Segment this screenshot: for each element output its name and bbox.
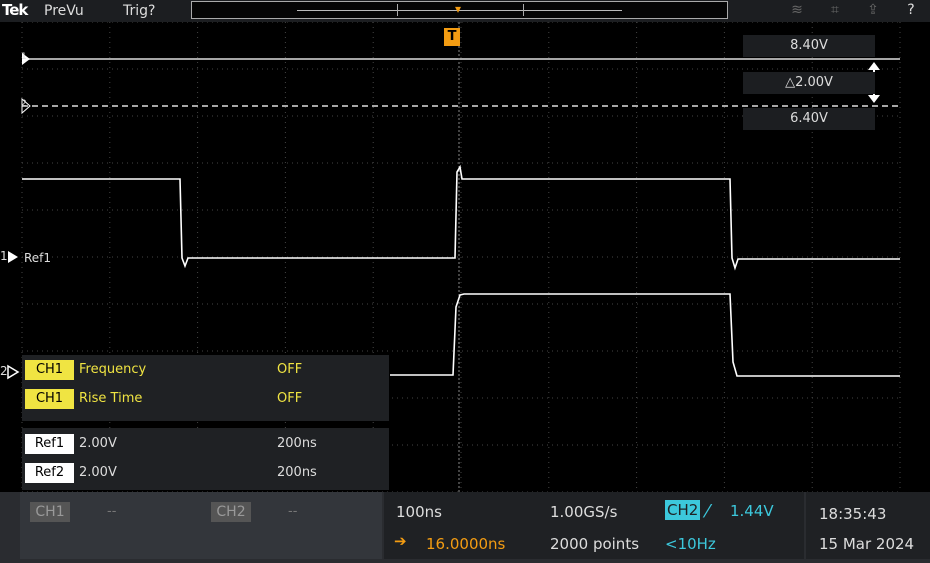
cursor2-label: 2 bbox=[21, 99, 27, 109]
reference-badge: Ref1 bbox=[25, 434, 74, 454]
measurement-name: Frequency bbox=[79, 362, 147, 377]
reference-time: 200ns bbox=[277, 465, 317, 480]
ch1-button[interactable]: CH1 bbox=[30, 502, 70, 522]
clock-date: 15 Mar 2024 bbox=[819, 535, 915, 553]
measurements-panel: CH1 Frequency OFF CH1 Rise Time OFF bbox=[22, 355, 389, 421]
horizontal-position[interactable]: 16.0000ns bbox=[426, 535, 505, 553]
reference-scale: 2.00V bbox=[79, 465, 117, 480]
settings-bar: CH1 -- CH2 -- 100ns 1.00GS/s CH2 ⁄ 1.44V… bbox=[0, 492, 930, 563]
record-length[interactable]: 2000 points bbox=[550, 535, 639, 553]
ch2-value: -- bbox=[288, 504, 298, 519]
cursor-upper-readout: 8.40V bbox=[743, 35, 875, 57]
trigger-source-badge[interactable]: CH2 bbox=[665, 500, 701, 520]
references-panel: Ref1 2.00V 200ns Ref2 2.00V 200ns bbox=[22, 428, 389, 490]
ch1-ground-marker bbox=[8, 251, 18, 263]
acquisition-mode[interactable]: PreVu bbox=[44, 3, 84, 19]
measurement-name: Rise Time bbox=[79, 391, 143, 406]
measurement-value: OFF bbox=[277, 391, 303, 406]
ref1-label: Ref1 bbox=[24, 251, 52, 265]
trigger-status[interactable]: Trig? bbox=[123, 3, 155, 19]
cursor-lower-readout: 6.40V bbox=[743, 108, 875, 130]
status-icons: ≋ ⌗ ⇪ ? bbox=[786, 2, 922, 20]
brand-logo: Tek bbox=[2, 1, 28, 19]
help-icon[interactable]: ? bbox=[900, 2, 922, 20]
reference-row[interactable]: Ref2 2.00V 200ns bbox=[22, 463, 389, 485]
measurement-row[interactable]: CH1 Frequency OFF bbox=[22, 360, 389, 382]
cursor1-label: 1 bbox=[21, 52, 27, 62]
reference-scale: 2.00V bbox=[79, 436, 117, 451]
ch2-button[interactable]: CH2 bbox=[211, 502, 251, 522]
ch2-marker-label: 2 bbox=[0, 364, 8, 378]
network-icon[interactable]: ⌗ bbox=[824, 2, 846, 20]
export-icon[interactable]: ⇪ bbox=[862, 2, 884, 20]
reference-badge: Ref2 bbox=[25, 463, 74, 483]
trigger-marker[interactable]: T bbox=[444, 28, 460, 46]
clock-time: 18:35:43 bbox=[819, 505, 887, 523]
trigger-level[interactable]: 1.44V bbox=[730, 502, 774, 520]
measurement-source-badge: CH1 bbox=[25, 389, 74, 409]
horizontal-scale[interactable]: 100ns bbox=[396, 503, 442, 521]
channel-settings: CH1 -- CH2 -- bbox=[20, 492, 382, 559]
ch2-ground-marker bbox=[7, 364, 20, 380]
trigger-frequency: <10Hz bbox=[665, 535, 716, 553]
clock: 18:35:43 15 Mar 2024 bbox=[806, 492, 930, 559]
measurement-value: OFF bbox=[277, 362, 303, 377]
ch1-marker-label: 1 bbox=[0, 249, 8, 263]
reference-time: 200ns bbox=[277, 436, 317, 451]
horizontal-position-arrow-icon: ➔ bbox=[394, 532, 407, 550]
measurement-row[interactable]: CH1 Rise Time OFF bbox=[22, 389, 389, 411]
top-bar: Tek PreVu Trig? ▾ ≋ ⌗ ⇪ ? bbox=[0, 0, 930, 22]
overview-trigger-icon: ▾ bbox=[455, 2, 462, 16]
measurement-source-badge: CH1 bbox=[25, 360, 74, 380]
reference-row[interactable]: Ref1 2.00V 200ns bbox=[22, 434, 389, 456]
acquisition-settings[interactable]: 100ns 1.00GS/s CH2 ⁄ 1.44V ➔ 16.0000ns 2… bbox=[384, 492, 804, 559]
wifi-icon[interactable]: ≋ bbox=[786, 2, 808, 20]
cursor-delta-readout: △2.00V bbox=[743, 72, 875, 94]
waveform-overview[interactable]: ▾ bbox=[191, 1, 728, 19]
rising-edge-icon: ⁄ bbox=[706, 501, 710, 522]
sample-rate[interactable]: 1.00GS/s bbox=[550, 503, 617, 521]
ch1-value: -- bbox=[107, 504, 117, 519]
